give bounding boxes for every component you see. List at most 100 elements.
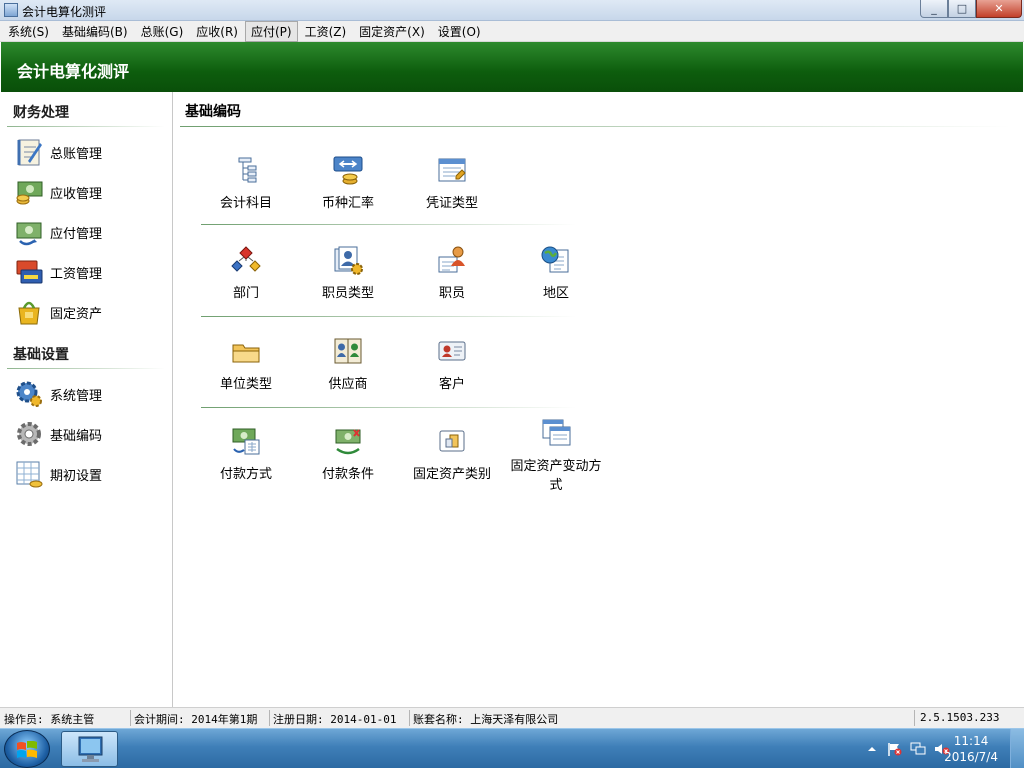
tile-label: 凭证类型 [425, 196, 478, 211]
tile-staff-type[interactable]: 职员类型 [298, 244, 398, 303]
network-icon[interactable] [910, 742, 926, 756]
staff-icon [436, 244, 468, 276]
tile-voucher-type[interactable]: 凭证类型 [402, 154, 502, 213]
tile-department[interactable]: 部门 [196, 244, 296, 303]
menu-general-ledger[interactable]: 总账(G) [135, 21, 190, 42]
sidebar-section-finance: 财务处理 [13, 105, 69, 121]
tray-up-arrow-icon[interactable] [864, 742, 880, 756]
sidebar-divider [7, 126, 165, 127]
status-operator: 操作员: 系统主管 [4, 713, 95, 726]
sidebar-item-basic-code[interactable]: 基础编码 [13, 417, 163, 451]
region-icon [540, 244, 572, 276]
sidebar-item-label: 应收管理 [50, 186, 103, 202]
tile-label: 部门 [232, 286, 259, 301]
title-divider [180, 126, 1010, 127]
department-icon [230, 244, 262, 276]
menu-payables[interactable]: 应付(P) [244, 20, 298, 42]
sidebar-item-opening-settings[interactable]: 期初设置 [13, 457, 163, 491]
menu-fixed-assets[interactable]: 固定资产(X) [353, 21, 431, 42]
sidebar-item-label: 基础编码 [50, 428, 103, 444]
sidebar-item-ledger[interactable]: 总账管理 [13, 135, 163, 169]
payables-icon [13, 216, 45, 248]
window-controls: _ □ ✕ [920, 0, 1022, 18]
menu-basic-code[interactable]: 基础编码(B) [56, 21, 134, 42]
tile-customer[interactable]: 客户 [402, 335, 502, 394]
sidebar-item-receivables[interactable]: 应收管理 [13, 175, 163, 209]
tile-label: 供应商 [328, 377, 368, 392]
tile-supplier[interactable]: 供应商 [298, 335, 398, 394]
tile-label: 固定资产变动方式 [510, 459, 602, 493]
status-register-date: 注册日期: 2014-01-01 [273, 713, 397, 726]
show-desktop-button[interactable] [1010, 729, 1024, 768]
sidebar-item-fixed-assets[interactable]: 固定资产 [13, 295, 163, 329]
action-center-flag-icon[interactable] [886, 742, 902, 756]
menu-settings[interactable]: 设置(O) [432, 21, 487, 42]
tile-asset-change-method[interactable]: 固定资产变动方式 [506, 417, 606, 495]
page-title: 基础编码 [185, 104, 241, 120]
staff-type-icon [332, 244, 364, 276]
tile-label: 付款方式 [219, 467, 272, 482]
sidebar-item-payables[interactable]: 应付管理 [13, 215, 163, 249]
sidebar-item-label: 应付管理 [50, 226, 103, 242]
close-button[interactable]: ✕ [976, 0, 1022, 18]
payment-method-icon [230, 425, 262, 457]
unit-type-icon [230, 335, 262, 367]
windows-logo-icon [17, 741, 37, 758]
voucher-type-icon [436, 154, 468, 186]
tile-label: 职员类型 [321, 286, 374, 301]
monitor-icon [78, 736, 103, 762]
tile-unit-type[interactable]: 单位类型 [196, 335, 296, 394]
sidebar-section-basic-settings: 基础设置 [13, 347, 69, 363]
tile-label: 付款条件 [321, 467, 374, 482]
clock-date: 2016/7/4 [944, 750, 998, 764]
menu-payroll[interactable]: 工资(Z) [299, 21, 353, 42]
sidebar-item-label: 工资管理 [50, 266, 103, 282]
tile-label: 会计科目 [219, 196, 272, 211]
tile-currency-rate[interactable]: 币种汇率 [298, 154, 398, 213]
asset-category-icon [436, 425, 468, 457]
tile-asset-category[interactable]: 固定资产类别 [402, 425, 502, 484]
row-divider [201, 224, 576, 225]
status-separator [130, 710, 131, 726]
tile-region[interactable]: 地区 [506, 244, 606, 303]
sidebar: 财务处理 总账管理 应收管理 应付管理 工资管理 固定资产 基础设置 系统管理 … [1, 92, 173, 707]
tile-payment-method[interactable]: 付款方式 [196, 425, 296, 484]
tile-payment-terms[interactable]: 付款条件 [298, 425, 398, 484]
menu-receivables[interactable]: 应收(R) [190, 21, 244, 42]
payroll-icon [13, 256, 45, 288]
window-title: 会计电算化测评 [22, 5, 107, 19]
maximize-button[interactable]: □ [948, 0, 976, 18]
opening-balance-icon [13, 458, 45, 490]
row-divider [201, 407, 576, 408]
sidebar-item-system-management[interactable]: 系统管理 [13, 377, 163, 411]
sidebar-item-label: 期初设置 [50, 468, 103, 484]
sidebar-item-payroll[interactable]: 工资管理 [13, 255, 163, 289]
clock-time: 11:14 [953, 734, 989, 748]
taskbar-clock[interactable]: 11:14 2016/7/4 [944, 733, 998, 765]
account-tree-icon [230, 154, 262, 186]
tile-label: 客户 [438, 377, 465, 392]
title-bar: 会计电算化测评 _ □ ✕ [0, 0, 1024, 21]
status-bar: 操作员: 系统主管 会计期间: 2014年第1期 注册日期: 2014-01-0… [0, 707, 1024, 728]
fixed-assets-icon [13, 296, 45, 328]
status-version: 2.5.1503.233 [920, 711, 1000, 724]
row-divider [201, 316, 576, 317]
minimize-button[interactable]: _ [920, 0, 948, 18]
menu-bar: 系统(S) 基础编码(B) 总账(G) 应收(R) 应付(P) 工资(Z) 固定… [0, 20, 1024, 42]
start-button[interactable] [4, 730, 50, 768]
status-separator [269, 710, 270, 726]
tile-label: 地区 [542, 286, 569, 301]
tile-accounting-subjects[interactable]: 会计科目 [196, 154, 296, 213]
app-window-icon [4, 3, 18, 17]
receivables-icon [13, 176, 45, 208]
taskbar-app-button[interactable] [61, 731, 118, 767]
menu-system[interactable]: 系统(S) [2, 21, 55, 42]
main-content: 基础编码 会计科目 币种汇率 凭证类型 部门 职员类型 职员 地区 单位类型 供… [174, 92, 1023, 707]
payment-terms-icon [332, 425, 364, 457]
status-separator [914, 710, 915, 726]
system-tray: 11:14 2016/7/4 [824, 729, 1024, 768]
tile-staff[interactable]: 职员 [402, 244, 502, 303]
ledger-icon [13, 136, 45, 168]
tile-label: 职员 [438, 286, 465, 301]
status-account-set: 账套名称: 上海天泽有限公司 [413, 713, 559, 726]
